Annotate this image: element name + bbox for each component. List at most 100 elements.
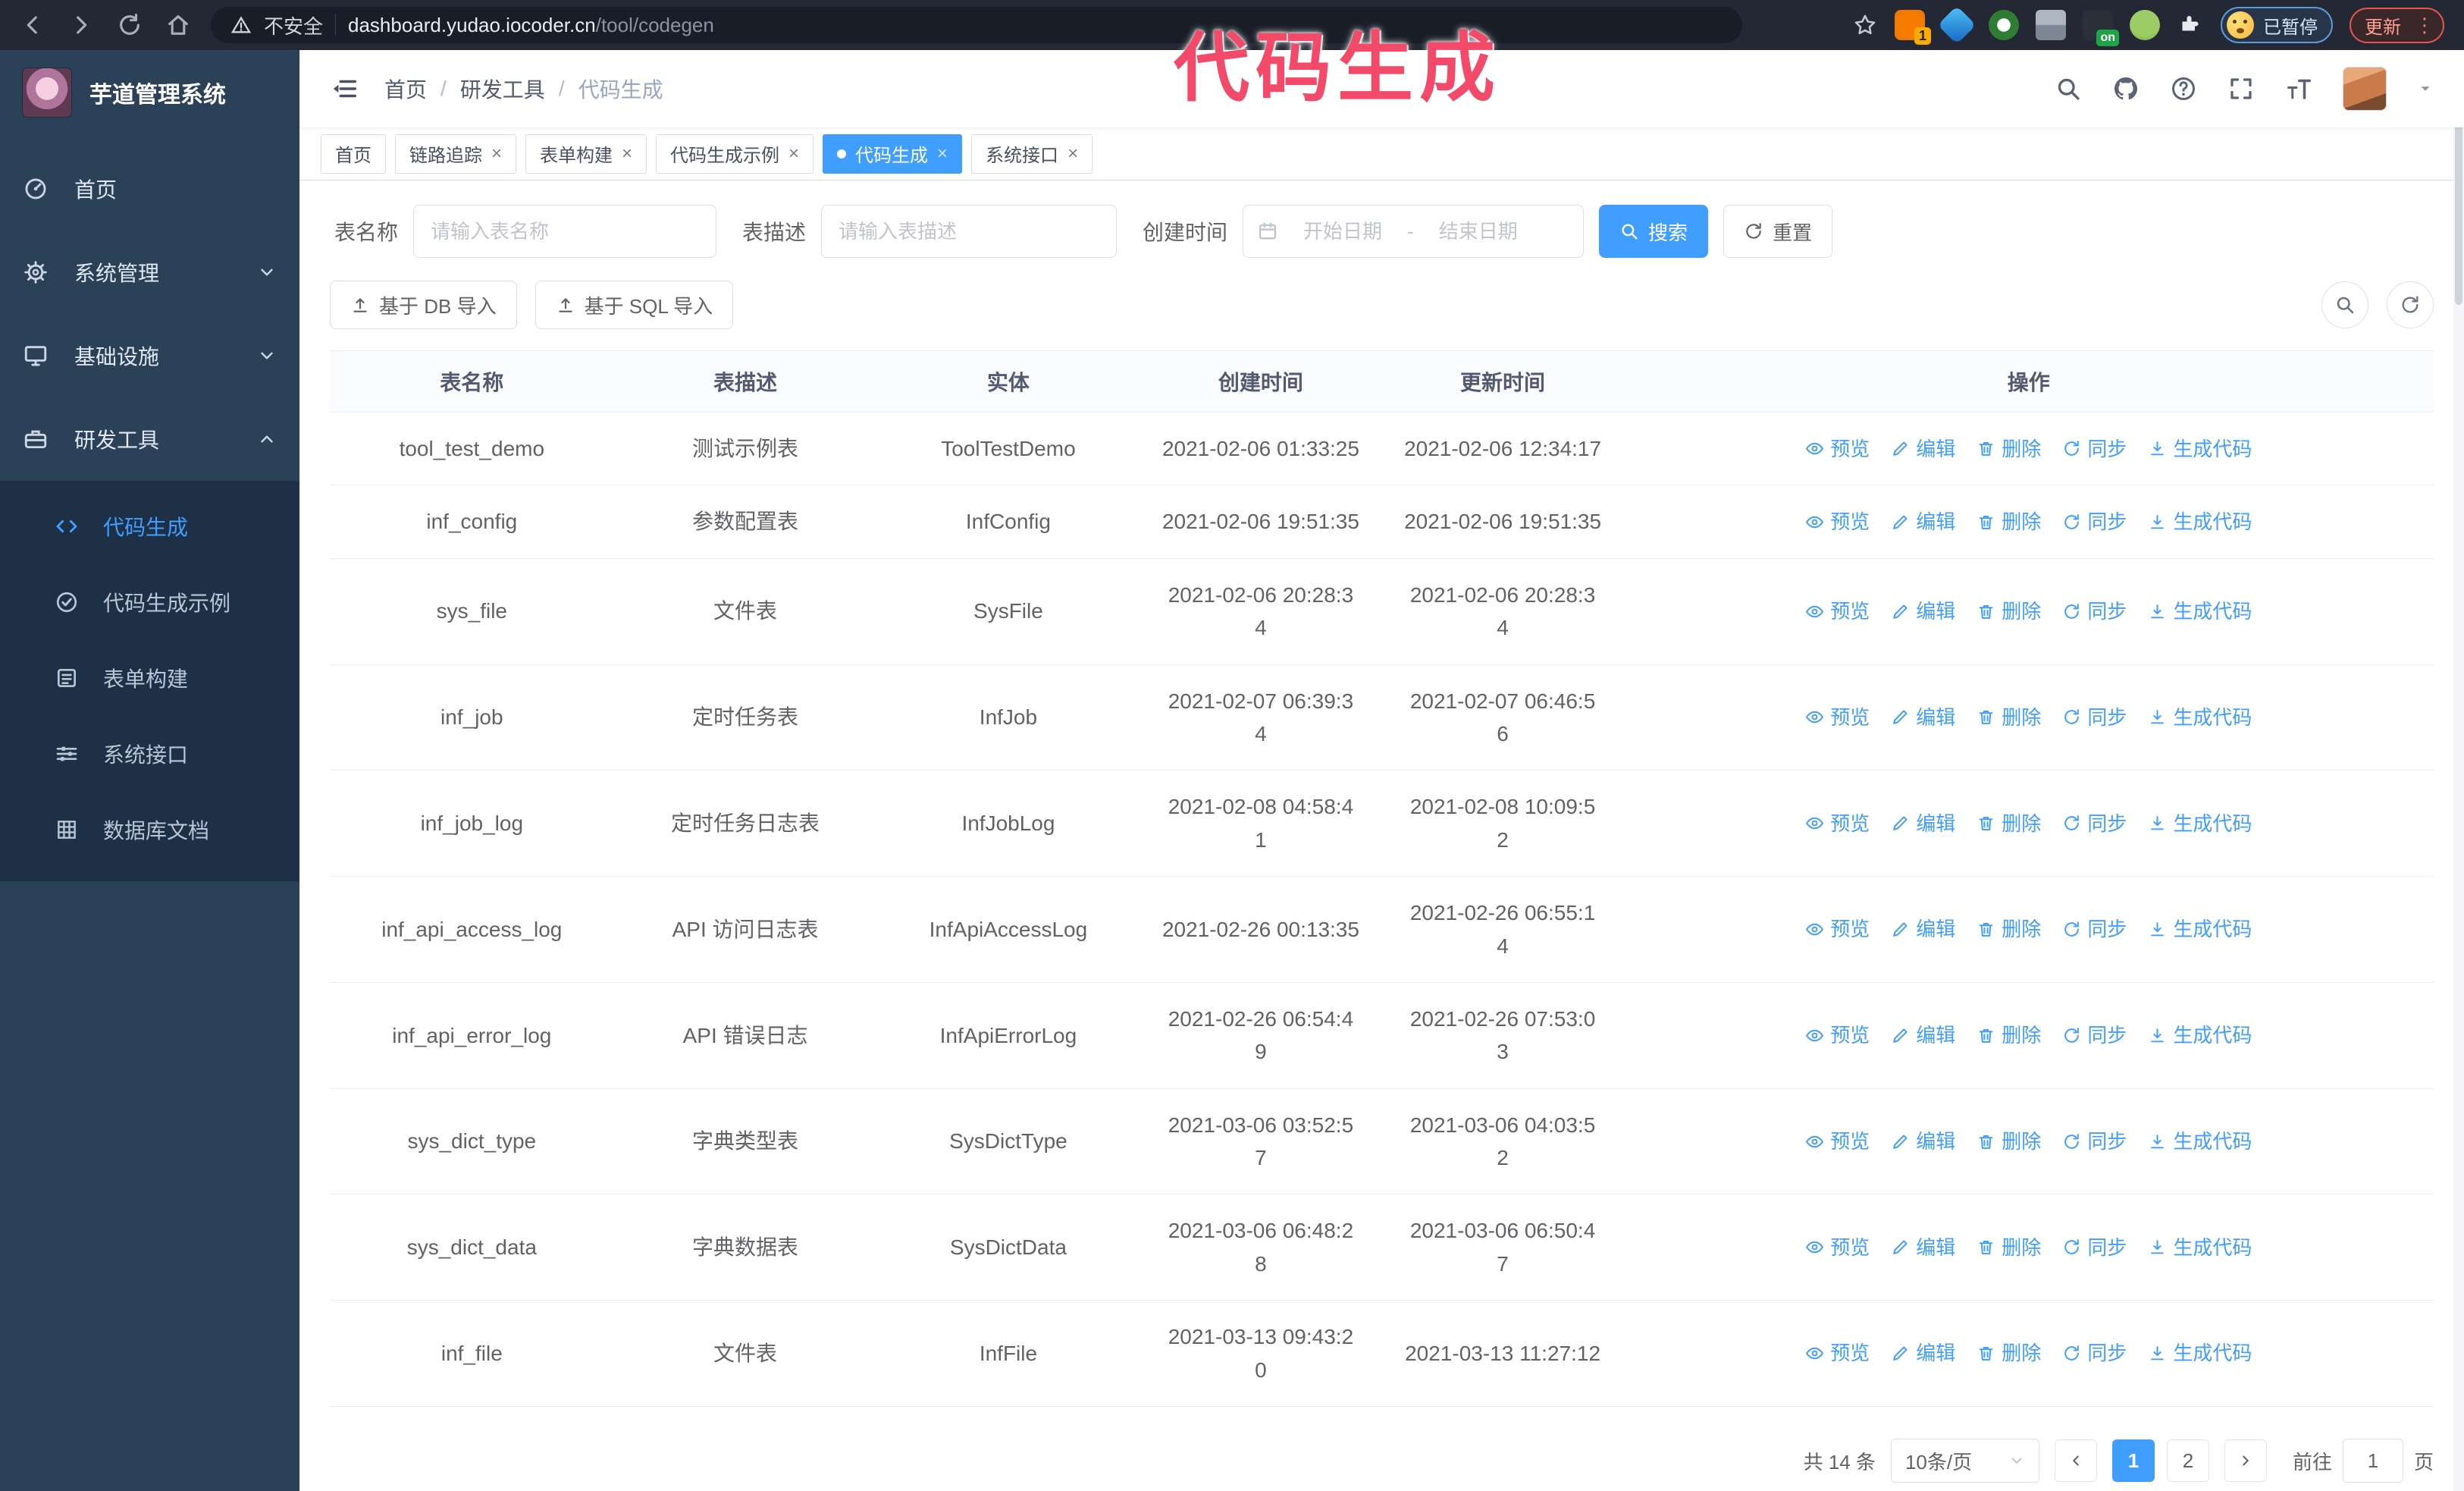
date-range-picker[interactable]: - <box>1243 205 1585 258</box>
action-eye-link[interactable]: 预览 <box>1805 1126 1870 1157</box>
view-tab[interactable]: 代码生成示例 × <box>656 133 814 174</box>
view-tab[interactable]: 链路追踪 × <box>395 133 517 174</box>
breadcrumb-dev-tools[interactable]: 研发工具 <box>460 74 545 104</box>
import-sql-button[interactable]: 基于 SQL 导入 <box>534 281 734 329</box>
extension-icon[interactable]: 1 <box>1895 10 1931 45</box>
action-trash-link[interactable]: 删除 <box>1977 808 2041 839</box>
address-bar[interactable]: 不安全 dashboard.yudao.iocoder.cn/tool/code… <box>211 7 1742 43</box>
action-trash-link[interactable]: 删除 <box>1977 702 2041 733</box>
action-download-link[interactable]: 生成代码 <box>2148 702 2252 733</box>
extension-diamond-icon[interactable] <box>1937 5 1977 45</box>
action-download-link[interactable]: 生成代码 <box>2148 1232 2252 1263</box>
refresh-table-button[interactable] <box>2387 281 2434 328</box>
extensions-puzzle-icon[interactable] <box>2177 11 2204 39</box>
fullscreen-icon[interactable] <box>2227 75 2255 102</box>
home-icon[interactable] <box>165 12 191 38</box>
sidebar-item-infrastructure[interactable]: 基础设施 <box>0 314 299 397</box>
extension-grid-icon[interactable] <box>2036 10 2066 40</box>
sidebar-collapse-icon[interactable] <box>330 74 359 103</box>
sidebar-item-system-api[interactable]: 系统接口 <box>0 716 299 792</box>
table-name-input[interactable] <box>413 205 717 258</box>
action-edit-link[interactable]: 编辑 <box>1891 1126 1955 1157</box>
action-edit-link[interactable]: 编辑 <box>1891 808 1955 839</box>
action-download-link[interactable]: 生成代码 <box>2148 808 2252 839</box>
action-eye-link[interactable]: 预览 <box>1805 1232 1870 1263</box>
sidebar-item-database-doc[interactable]: 数据库文档 <box>0 792 299 868</box>
action-sync-link[interactable]: 同步 <box>2062 1126 2127 1157</box>
sidebar-item-home[interactable]: 首页 <box>0 147 299 231</box>
view-tab[interactable]: 首页 <box>321 133 386 174</box>
action-sync-link[interactable]: 同步 <box>2062 596 2127 626</box>
action-sync-link[interactable]: 同步 <box>2062 434 2127 464</box>
extension-green-icon[interactable] <box>2130 10 2160 40</box>
sidebar-item-form-builder[interactable]: 表单构建 <box>0 640 299 716</box>
action-download-link[interactable]: 生成代码 <box>2148 1338 2252 1368</box>
sidebar-item-dev-tools[interactable]: 研发工具 <box>0 397 299 481</box>
action-edit-link[interactable]: 编辑 <box>1891 1232 1955 1263</box>
github-icon[interactable] <box>2112 75 2140 102</box>
sidebar-item-code-generation[interactable]: 代码生成 <box>0 488 299 564</box>
view-tab[interactable]: 系统接口 × <box>971 133 1093 174</box>
search-icon[interactable] <box>2055 75 2082 102</box>
action-download-link[interactable]: 生成代码 <box>2148 434 2252 464</box>
action-eye-link[interactable]: 预览 <box>1805 702 1870 733</box>
action-edit-link[interactable]: 编辑 <box>1891 434 1955 464</box>
start-date-input[interactable] <box>1286 219 1400 243</box>
close-tab-icon[interactable]: × <box>937 143 948 165</box>
action-eye-link[interactable]: 预览 <box>1805 1020 1870 1050</box>
action-eye-link[interactable]: 预览 <box>1805 434 1870 464</box>
action-trash-link[interactable]: 删除 <box>1977 596 2041 626</box>
action-sync-link[interactable]: 同步 <box>2062 808 2127 839</box>
back-icon[interactable] <box>20 12 45 38</box>
end-date-input[interactable] <box>1421 219 1535 243</box>
action-trash-link[interactable]: 删除 <box>1977 1020 2041 1050</box>
font-size-icon[interactable] <box>2285 75 2312 102</box>
action-sync-link[interactable]: 同步 <box>2062 1338 2127 1368</box>
profile-paused-chip[interactable]: 已暂停 <box>2221 7 2333 43</box>
sidebar-item-codegen-example[interactable]: 代码生成示例 <box>0 564 299 640</box>
action-edit-link[interactable]: 编辑 <box>1891 1338 1955 1368</box>
extension-check-icon[interactable] <box>1989 10 2019 40</box>
action-eye-link[interactable]: 预览 <box>1805 808 1870 839</box>
action-sync-link[interactable]: 同步 <box>2062 1232 2127 1263</box>
action-edit-link[interactable]: 编辑 <box>1891 596 1955 626</box>
action-sync-link[interactable]: 同步 <box>2062 1020 2127 1050</box>
action-trash-link[interactable]: 删除 <box>1977 434 2041 464</box>
action-download-link[interactable]: 生成代码 <box>2148 1126 2252 1157</box>
prev-page-button[interactable] <box>2054 1439 2097 1483</box>
browser-update-button[interactable]: 更新 ⋮ <box>2350 7 2444 43</box>
action-download-link[interactable]: 生成代码 <box>2148 1020 2252 1050</box>
page-button[interactable]: 1 <box>2111 1439 2155 1483</box>
search-button[interactable]: 搜索 <box>1599 205 1709 258</box>
sidebar-item-system-management[interactable]: 系统管理 <box>0 231 299 314</box>
view-tab[interactable]: 代码生成 × <box>823 133 963 174</box>
view-tab[interactable]: 表单构建 × <box>525 133 647 174</box>
action-eye-link[interactable]: 预览 <box>1805 914 1870 944</box>
action-download-link[interactable]: 生成代码 <box>2148 914 2252 944</box>
close-tab-icon[interactable]: × <box>622 143 632 165</box>
not-secure-label[interactable]: 不安全 <box>264 11 323 39</box>
breadcrumb-home[interactable]: 首页 <box>384 74 427 104</box>
action-download-link[interactable]: 生成代码 <box>2148 596 2252 626</box>
extension-dark-icon[interactable]: on <box>2083 10 2119 46</box>
forward-icon[interactable] <box>68 12 94 38</box>
browser-menu-dots-icon[interactable]: ⋮ <box>2415 14 2435 37</box>
action-trash-link[interactable]: 删除 <box>1977 1338 2041 1368</box>
action-edit-link[interactable]: 编辑 <box>1891 702 1955 733</box>
action-trash-link[interactable]: 删除 <box>1977 1232 2041 1263</box>
page-scrollbar[interactable] <box>2453 50 2464 1491</box>
page-size-select[interactable]: 10条/页 <box>1890 1439 2039 1483</box>
action-eye-link[interactable]: 预览 <box>1805 507 1870 537</box>
reset-button[interactable]: 重置 <box>1723 205 1833 258</box>
close-tab-icon[interactable]: × <box>1067 143 1078 165</box>
action-sync-link[interactable]: 同步 <box>2062 702 2127 733</box>
action-trash-link[interactable]: 删除 <box>1977 507 2041 537</box>
help-icon[interactable] <box>2170 75 2197 102</box>
user-avatar[interactable] <box>2343 67 2387 111</box>
bookmark-star-icon[interactable] <box>1852 12 1878 38</box>
show-search-button[interactable] <box>2321 281 2368 328</box>
action-download-link[interactable]: 生成代码 <box>2148 507 2252 537</box>
page-button[interactable]: 2 <box>2166 1439 2209 1483</box>
import-db-button[interactable]: 基于 DB 导入 <box>330 281 517 329</box>
close-tab-icon[interactable]: × <box>491 143 502 165</box>
